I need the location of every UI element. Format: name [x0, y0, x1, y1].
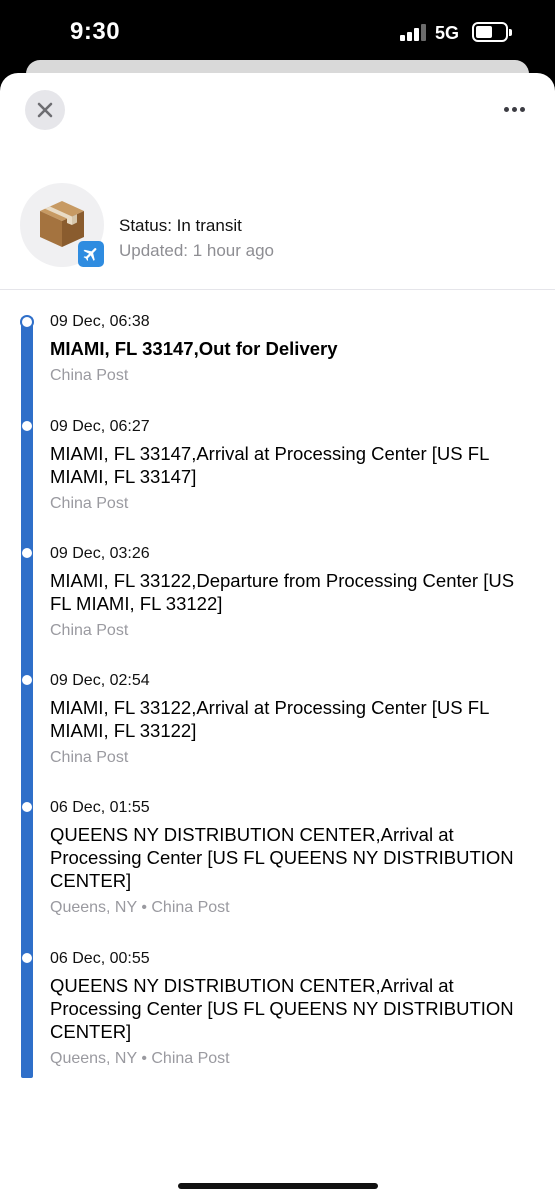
event-title: MIAMI, FL 33122,Departure from Processin… [50, 570, 515, 614]
event-date: 06 Dec, 01:55 [50, 799, 150, 816]
network-type: 5G [435, 23, 460, 43]
timeline-dot [22, 548, 32, 558]
event-date: 09 Dec, 06:27 [50, 418, 150, 435]
event-date: 09 Dec, 06:38 [50, 313, 150, 330]
event-source: China Post [50, 622, 129, 639]
event-date: 09 Dec, 02:54 [50, 672, 150, 689]
event-source: China Post [50, 749, 129, 766]
divider [0, 289, 555, 290]
close-button[interactable] [25, 90, 65, 130]
event-source: China Post [50, 495, 129, 512]
more-icon [503, 106, 509, 112]
timeline-line [21, 317, 33, 1078]
timeline-dot [22, 802, 32, 812]
event-title: QUEENS NY DISTRIBUTION CENTER,Arrival at… [50, 975, 514, 1042]
timeline-dot [22, 675, 32, 685]
home-indicator[interactable] [178, 1183, 378, 1189]
event-date: 09 Dec, 03:26 [50, 545, 150, 562]
more-options-button[interactable] [498, 93, 530, 125]
airplane-icon [83, 248, 97, 261]
event-source: Queens, NY • China Post [50, 1050, 230, 1067]
tracking-sheet: Status: In transit Updated: 1 hour ago 0… [0, 73, 555, 1200]
battery-icon [472, 22, 512, 42]
status-bar: 9:30 5G [0, 0, 555, 64]
event-title: MIAMI, FL 33122,Arrival at Processing Ce… [50, 697, 489, 741]
event-source: Queens, NY • China Post [50, 899, 230, 916]
event-title: MIAMI, FL 33147,Arrival at Processing Ce… [50, 443, 489, 487]
cellular-signal-icon [400, 23, 428, 41]
event-title: MIAMI, FL 33147,Out for Delivery [50, 338, 338, 359]
last-updated: Updated: 1 hour ago [119, 241, 275, 260]
shipment-status: Status: In transit [119, 216, 242, 235]
event-date: 06 Dec, 00:55 [50, 950, 150, 967]
airplane-badge [78, 241, 104, 267]
event-title: QUEENS NY DISTRIBUTION CENTER,Arrival at… [50, 824, 514, 891]
status-time: 9:30 [70, 18, 121, 45]
timeline-dot-current [20, 315, 34, 329]
close-icon [37, 102, 53, 118]
timeline-dot [22, 953, 32, 963]
event-source: China Post [50, 367, 129, 384]
timeline-dot [22, 421, 32, 431]
